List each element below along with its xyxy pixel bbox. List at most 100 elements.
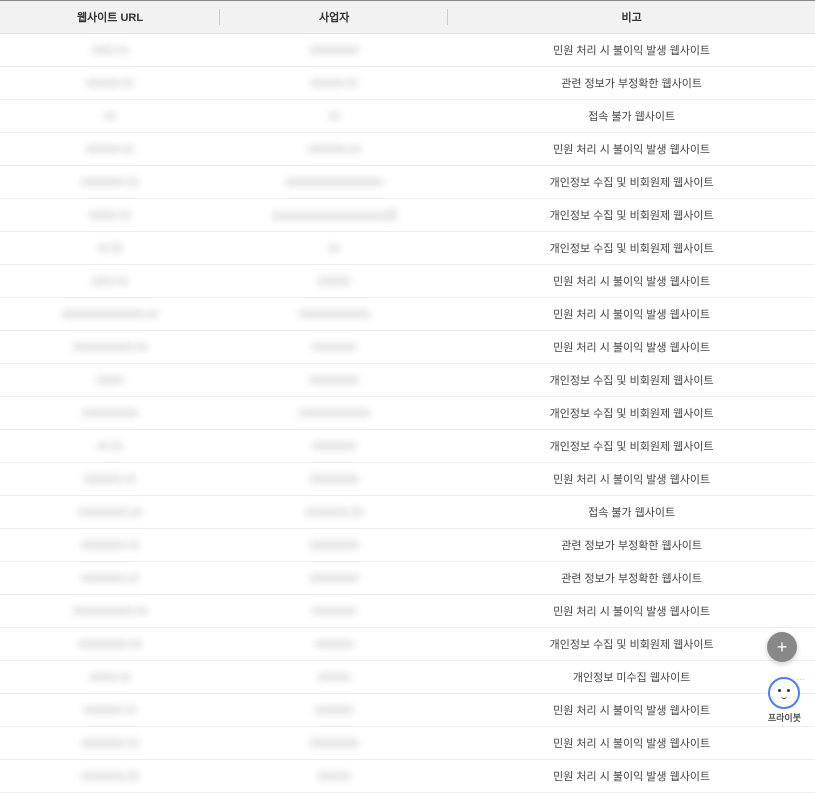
redacted-operator: xxxxxx [318, 275, 351, 287]
chatbot-icon: ⋯ [768, 677, 800, 709]
table-row[interactable]: xxxx.xx xxxxxxxxx 민원 처리 시 불이익 발생 웹사이트 [0, 34, 815, 67]
redacted-operator: xxxxxxxx [312, 341, 356, 353]
cell-url: xxxxxxxxxx [0, 397, 220, 430]
redacted-url: xxxxxxxx.xx [81, 770, 139, 782]
plus-icon: + [777, 637, 788, 658]
table-row[interactable]: xxxxxxx.xxxxxxxxxxx민원 처리 시 불이익 발생 웹사이트 [0, 463, 815, 496]
speech-dots-icon: ⋯ [796, 675, 804, 684]
redacted-url: xxxxxxxx.xx [81, 539, 139, 551]
cell-url: xxxxxx.xx [0, 67, 220, 100]
redacted-operator: xx [329, 110, 340, 122]
redacted-operator: xxxxxxxxx [309, 44, 359, 56]
table-row[interactable]: xxxxxxxxxxx.xxxxxxxxxx민원 처리 시 불이익 발생 웹사이… [0, 331, 815, 364]
cell-operator: xxxxxxxx.xx [220, 496, 448, 529]
table-row[interactable]: xxxxxxxxxxxxxxxxxxxxxxx개인정보 수집 및 비회원제 웹사… [0, 397, 815, 430]
redacted-url: xxxx.xx [92, 44, 128, 56]
table-row[interactable]: xxxxx.xxxxxxxxxxxxxxxxxxxxxxx관개인정보 수집 및 … [0, 199, 815, 232]
add-button[interactable]: + [767, 632, 797, 662]
redacted-url: xxxxxxxxx.xx [78, 506, 142, 518]
header-remark[interactable]: 비고 [448, 1, 815, 34]
cell-remark: 접속 불가 웹사이트 [448, 496, 815, 529]
chat-widget[interactable]: ⋯ 프라이봇 [768, 677, 801, 724]
cell-remark: 민원 처리 시 불이익 발생 웹사이트 [448, 298, 815, 331]
cell-remark: 민원 처리 시 불이익 발생 웹사이트 [448, 595, 815, 628]
table-row[interactable]: xxxxxxx.xxxxxxxxx민원 처리 시 불이익 발생 웹사이트 [0, 694, 815, 727]
redacted-url: xxxxxxxx.xx [81, 176, 139, 188]
redacted-operator: xxxxxxxxx [309, 374, 359, 386]
cell-remark: 민원 처리 시 불이익 발생 웹사이트 [448, 265, 815, 298]
cell-url: xx.xx [0, 232, 220, 265]
table-row[interactable]: xxxxxxxx.xxxxxxxx민원 처리 시 불이익 발생 웹사이트 [0, 760, 815, 793]
cell-url: xxxxxxx.xx [0, 463, 220, 496]
website-table-container: 웹사이트 URL 사업자 비고 xxxx.xxxxxxxxxxx민원 처리 시 … [0, 0, 815, 793]
redacted-operator: xxxxxxx [315, 704, 354, 716]
redacted-operator: xxxxxxxxx [309, 473, 359, 485]
redacted-operator: xxxxxxxx [312, 605, 356, 617]
table-row[interactable]: xxxxxx.xxxxxxxx.xx관련 정보가 부정확한 웹사이트 [0, 67, 815, 100]
cell-operator: xxxxxxxxx [220, 562, 448, 595]
table-row[interactable]: xxxxxxxx.xx xxxxxxxxx관련 정보가 부정확한 웹사이트 [0, 562, 815, 595]
cell-url: xxxxxxxxxxx.xx [0, 595, 220, 628]
cell-remark: 개인정보 수집 및 비회원제 웹사이트 [448, 166, 815, 199]
cell-url: xxxxxxxxx.xx [0, 496, 220, 529]
cell-remark: 관련 정보가 부정확한 웹사이트 [448, 562, 815, 595]
cell-operator: xxxxxxxx [220, 331, 448, 364]
table-body: xxxx.xxxxxxxxxxx민원 처리 시 불이익 발생 웹사이트xxxxx… [0, 34, 815, 793]
cell-url: xxxxxxxxx.xx [0, 628, 220, 661]
cell-operator: xxxxxxxxxxxxx [220, 298, 448, 331]
cell-operator: xxxxxx [220, 760, 448, 793]
cell-operator: xxxxxxxx [220, 430, 448, 463]
redacted-url: xx.xx [97, 242, 122, 254]
cell-operator: xxxxxxxxx [220, 34, 448, 67]
cell-remark: 민원 처리 시 불이익 발생 웹사이트 [448, 34, 815, 67]
table-row[interactable]: xxxxxxxxxxx.xx xxxxxxxx 민원 처리 시 불이익 발생 웹사이… [0, 595, 815, 628]
cell-remark: 민원 처리 시 불이익 발생 웹사이트 [448, 694, 815, 727]
cell-operator: xxxxxxxxx [220, 529, 448, 562]
header-operator[interactable]: 사업자 [220, 1, 448, 34]
chatbot-label: 프라이봇 [768, 711, 801, 724]
redacted-url: xxxxxxxx.xx [81, 737, 139, 749]
redacted-operator: xxxxxxxxx [309, 737, 359, 749]
cell-remark: 개인정보 수집 및 비회원제 웹사이트 [448, 364, 815, 397]
table-row[interactable]: xxxxxxxx.xxxxxxxxxxx민원 처리 시 불이익 발생 웹사이트 [0, 727, 815, 760]
table-row[interactable]: xxxxxxxxx.xx xxxxxxxx.xx접속 불가 웹사이트 [0, 496, 815, 529]
table-row[interactable]: xxxxxxxx.xxxxxxxxxxx관련 정보가 부정확한 웹사이트 [0, 529, 815, 562]
cell-operator: xxxxxxx [220, 694, 448, 727]
cell-url: xxxxxxxx.xx [0, 166, 220, 199]
redacted-operator: xxxxxx [318, 671, 351, 683]
cell-remark: 개인정보 수집 및 비회원제 웹사이트 [448, 430, 815, 463]
cell-url: xxxx.xx [0, 34, 220, 67]
cell-url: xxxxxxxxxxx.xx [0, 331, 220, 364]
redacted-url: xxxxxxxxx.xx [78, 638, 142, 650]
redacted-operator: xxxxxxx.xx [308, 143, 361, 155]
cell-remark: 개인정보 수집 및 비회원제 웹사이트 [448, 199, 815, 232]
redacted-url: xxxxxxxx.xx [81, 572, 139, 584]
redacted-operator: xx [329, 242, 340, 254]
redacted-url: xxxxxxxxxxx.xx [73, 605, 148, 617]
cell-url: xxxxxxxx.xx [0, 760, 220, 793]
redacted-operator: xxxxxxxxxxxxxxxxxxxxx관 [271, 210, 397, 222]
table-row[interactable]: xxxxxx.xx xxxxxxx.xx 민원 처리 시 불이익 발생 웹사이트 [0, 133, 815, 166]
table-row[interactable]: xx.xx xx 개인정보 수집 및 비회원제 웹사이트 [0, 232, 815, 265]
cell-operator: xxxxxxxxx [220, 463, 448, 496]
cell-remark: 개인정보 수집 및 비회원제 웹사이트 [448, 397, 815, 430]
cell-remark: 개인정보 수집 및 비회원제 웹사이트 [448, 232, 815, 265]
cell-url: xxxxxx.xx [0, 133, 220, 166]
table-row[interactable]: xxxx.xxxxxxxx민원 처리 시 불이익 발생 웹사이트 [0, 265, 815, 298]
cell-remark: 민원 처리 시 불이익 발생 웹사이트 [448, 133, 815, 166]
table-row[interactable]: xxxx접속 불가 웹사이트 [0, 100, 815, 133]
table-row[interactable]: xxxxxxxxxxxxxx개인정보 수집 및 비회원제 웹사이트 [0, 364, 815, 397]
table-row[interactable]: xxxxxxxx.xxxxxxxxxxxxxxxxxxxx개인정보 수집 및 비… [0, 166, 815, 199]
table-row[interactable]: xx.xx xxxxxxxx 개인정보 수집 및 비회원제 웹사이트 [0, 430, 815, 463]
header-url[interactable]: 웹사이트 URL [0, 1, 220, 34]
table-row[interactable]: xxxxx.xxxxxxxx개인정보 미수집 웹사이트 [0, 661, 815, 694]
table-row[interactable]: xxxxxxxxx.xxxxxxxxx개인정보 수집 및 비회원제 웹사이트 [0, 628, 815, 661]
redacted-url: xx.xx [97, 440, 122, 452]
redacted-url: xx [105, 110, 116, 122]
redacted-operator: xxxxxxxx [312, 440, 356, 452]
redacted-operator: xxxxxx [318, 770, 351, 782]
redacted-operator: xxxxxx.xx [311, 77, 358, 89]
cell-operator: xxxxxxxxxxxxxxxxxxxxx관 [220, 199, 448, 232]
redacted-operator: xxxxxxx [315, 638, 354, 650]
table-row[interactable]: xxxxxxxxxxxxxxx.xxxxxxxxxxxxxxx민원 처리 시 불… [0, 298, 815, 331]
